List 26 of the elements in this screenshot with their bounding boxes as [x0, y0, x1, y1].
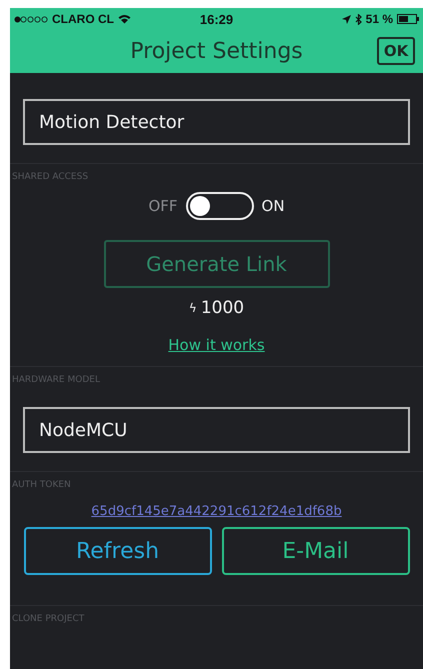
project-name-field[interactable]: Motion Detector [23, 99, 410, 145]
auth-token-link[interactable]: 65d9cf145e7a442291c612f24e1df68b [91, 504, 342, 519]
action-button[interactable]: E-Mail [222, 527, 410, 575]
screen-title: Project Settings [130, 39, 303, 64]
energy-count: 1000 [200, 298, 244, 318]
battery-icon [397, 14, 419, 24]
battery-percent: 51 % [366, 12, 393, 26]
toggle-switch[interactable] [186, 192, 254, 220]
bluetooth-icon [354, 14, 362, 24]
energy-icon: ϟ [188, 301, 197, 315]
action-button[interactable]: Refresh [24, 527, 212, 575]
section-label: CLONE PROJECT [12, 614, 84, 624]
signal-icon [14, 16, 48, 22]
wifi-icon [118, 14, 131, 24]
carrier-name: CLARO CL [52, 12, 114, 26]
on-label: ON [262, 197, 285, 215]
section-label: HARDWARE MODEL [12, 375, 100, 385]
section-label: AUTH TOKEN [12, 480, 71, 490]
off-label: OFF [148, 197, 178, 215]
help-link[interactable]: How it works [168, 336, 265, 354]
ok-button[interactable]: OK [377, 37, 415, 65]
clock-time: 16:29 [200, 12, 234, 26]
section-label: SHARED ACCESS [12, 172, 88, 182]
generate-link-button[interactable]: Generate Link [104, 240, 330, 288]
location-arrow-icon [342, 14, 351, 24]
hardware-model-field[interactable]: NodeMCU [23, 407, 410, 453]
